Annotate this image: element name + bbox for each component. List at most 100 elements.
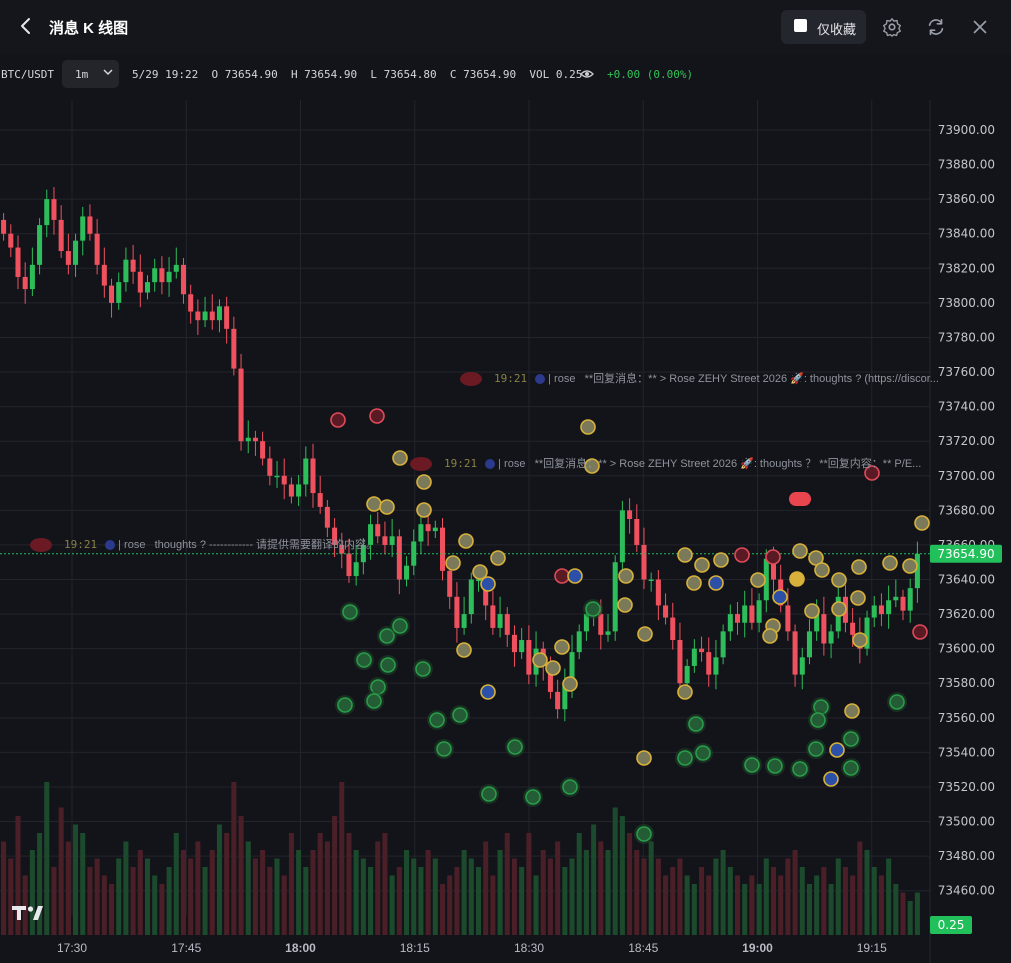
volume-bar (727, 867, 733, 935)
avatar-icon (810, 712, 826, 728)
message-user: | rose (498, 458, 526, 470)
volume-bar (814, 875, 820, 935)
volume-bar (396, 867, 402, 935)
volume-bar (231, 782, 237, 935)
message-marker (792, 543, 808, 559)
message-marker (532, 652, 548, 668)
volume-bar (749, 875, 755, 935)
avatar-icon (452, 707, 468, 723)
avatar-icon (792, 543, 808, 559)
candle-body (8, 233, 14, 248)
volume-bar (619, 816, 625, 935)
message-marker (852, 632, 868, 648)
candle-body (29, 264, 35, 290)
candle-body (677, 640, 683, 684)
volume-bar (504, 833, 510, 935)
eye-icon[interactable] (580, 68, 594, 80)
volume-bar (296, 850, 302, 935)
candle-body (648, 579, 654, 582)
volume-bar (188, 858, 194, 935)
volume-bar (699, 867, 705, 935)
volume-bar (770, 867, 777, 935)
volume-bar (44, 782, 50, 935)
message-row[interactable]: 19:21 | rose thoughts ? ------------ 请提供需… (30, 536, 430, 554)
avatar-icon (750, 572, 766, 588)
candle-body (684, 665, 690, 684)
message-marker (814, 562, 830, 578)
volume-bar (706, 875, 712, 935)
candle-body (73, 240, 79, 265)
candle-body (735, 614, 741, 623)
message-marker (378, 655, 398, 675)
volume-bar (310, 850, 316, 935)
volume-bar (569, 858, 575, 935)
volume-bar (425, 850, 431, 935)
header-bar: 消息 K 线图 仅收藏 (0, 0, 1011, 54)
price-tick-label: 73800.00 (938, 296, 995, 310)
candle-body (137, 271, 143, 293)
avatar-icon (392, 618, 408, 634)
message-marker (617, 597, 633, 613)
volume-bar (216, 824, 222, 935)
candle-body (44, 199, 50, 226)
avatar-icon (490, 550, 506, 566)
candle-body (526, 640, 532, 675)
close-icon[interactable] (969, 16, 991, 38)
volume-bar (663, 875, 669, 935)
message-row[interactable]: 19:21 | rose **回复消息：** > Rose ZEHY Street… (460, 370, 980, 388)
volume-bar (792, 850, 798, 935)
candle-body (274, 475, 280, 478)
candle-body (296, 484, 302, 497)
interval-dropdown[interactable]: 1m (62, 60, 119, 88)
message-row[interactable]: 19:21 | rose **回复消息：** > Rose ZEHY Street… (410, 455, 956, 473)
back-arrow-icon[interactable] (14, 14, 38, 38)
message-marker (416, 474, 432, 490)
avatar-icon (829, 742, 845, 758)
message-marker (364, 691, 384, 711)
avatar-icon (567, 568, 583, 584)
avatar-icon (831, 601, 847, 617)
volume-bar (159, 884, 165, 935)
price-tick-label: 73600.00 (938, 642, 995, 656)
volume-bar (828, 884, 834, 935)
candle-body (634, 519, 640, 545)
candle-body (497, 614, 503, 628)
volume-bar (857, 841, 863, 935)
gear-icon[interactable] (881, 16, 903, 38)
avatar-icon (772, 589, 788, 605)
avatar-icon (823, 771, 839, 787)
candle-body (511, 634, 517, 653)
volume-bar (598, 841, 604, 935)
candle-body (893, 596, 899, 601)
avatar (460, 372, 482, 387)
avatar-icon (445, 555, 461, 571)
message-marker (831, 601, 847, 617)
candle-body (850, 622, 856, 635)
avatar-icon (762, 628, 778, 644)
volume-bar (58, 807, 64, 935)
message-marker (841, 729, 861, 749)
interval-label: 1m (75, 68, 89, 81)
candle-body (605, 631, 611, 635)
avatar-icon (734, 547, 750, 563)
checkbox-icon[interactable] (794, 19, 807, 32)
volume-bar (497, 850, 503, 935)
volume-bar (94, 858, 100, 935)
volume-bar (360, 858, 366, 935)
volume-bar (533, 875, 539, 935)
avatar-icon (843, 760, 859, 776)
chevron-down-icon (103, 69, 113, 76)
candle-body (792, 631, 798, 675)
candle-body (727, 614, 733, 632)
avatar-icon (458, 533, 474, 549)
message-marker (545, 660, 561, 676)
favorites-only-toggle[interactable]: 仅收藏 (781, 10, 866, 44)
volume-bar (346, 833, 352, 935)
candlestick-chart[interactable]: 73900.00 73880.00 73860.00 73840.00 73820.00… (0, 100, 1011, 963)
volume-bar (260, 850, 266, 935)
candle-body (720, 631, 726, 658)
message-marker (390, 616, 410, 636)
candle-body (317, 493, 323, 507)
refresh-icon[interactable] (925, 16, 947, 38)
avatar-icon (366, 496, 382, 512)
